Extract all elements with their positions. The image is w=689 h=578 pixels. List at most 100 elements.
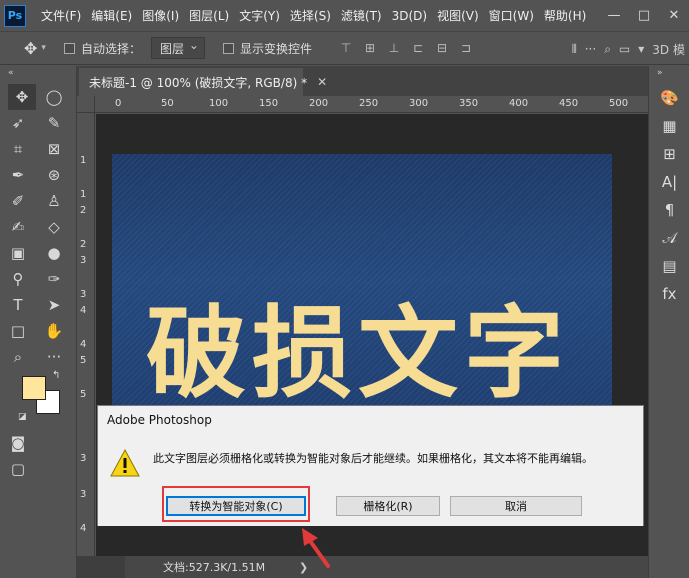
adjustments-panel-icon[interactable]: ⊞ xyxy=(649,140,689,168)
close-window-button[interactable]: ✕ xyxy=(659,8,689,23)
dialog-title: Adobe Photoshop xyxy=(107,413,212,427)
blur-tool-button[interactable]: ● xyxy=(36,240,72,266)
healing-tool-button[interactable]: ⊛ xyxy=(36,162,72,188)
show-transform-checkbox[interactable] xyxy=(222,42,234,54)
screen-mode-icon[interactable]: ▢ xyxy=(0,456,36,482)
extra-tools-button[interactable]: ··· xyxy=(36,344,72,370)
ruler-v-label: 4 xyxy=(80,305,87,316)
show-transform-label: 显示变换控件 xyxy=(239,41,312,56)
hand-tool-button[interactable]: ✋ xyxy=(36,318,72,344)
frame-tool-button[interactable]: ⊠ xyxy=(36,136,72,162)
ruler-v-label: 2 xyxy=(80,205,87,216)
canvas-text-layer[interactable]: 破损文字 xyxy=(146,272,570,417)
ruler-h-label: 400 xyxy=(509,98,529,109)
rectangle-tool-button[interactable]: □ xyxy=(0,318,36,344)
align-vcenter-icon[interactable]: ⊞ xyxy=(358,41,382,55)
menu-window[interactable]: 窗口(W) xyxy=(484,7,539,24)
lasso-tool-button[interactable]: ➶ xyxy=(0,110,36,136)
status-bar: 文档:527.3K/1.51M ❯ xyxy=(77,556,648,578)
type-tool-button[interactable]: T xyxy=(0,292,36,318)
align-right-icon[interactable]: ⊐ xyxy=(454,41,478,55)
document-tab-title: 未标题-1 @ 100% (破损文字, RGB/8) * xyxy=(89,75,308,90)
distribute-icon[interactable]: ⫴ xyxy=(572,42,577,57)
gradient-tool-button[interactable]: ▣ xyxy=(0,240,36,266)
quick-select-tool-button[interactable]: ✎ xyxy=(36,110,72,136)
horizontal-ruler[interactable]: 0 50 100 150 200 250 300 350 400 450 500 xyxy=(95,96,648,113)
right-panel-dock: » 🎨 ▦ ⊞ A| ¶ 𝒜 ▤ fx xyxy=(648,66,689,578)
character-panel-icon[interactable]: A| xyxy=(649,168,689,196)
ruler-v-label: 3 xyxy=(80,453,87,464)
menu-select[interactable]: 选择(S) xyxy=(285,7,336,24)
vertical-ruler[interactable]: 1 1 2 2 3 3 4 4 5 5 3 3 4 xyxy=(77,113,95,560)
zoom-field[interactable] xyxy=(77,556,125,578)
ruler-h-label: 500 xyxy=(609,98,629,109)
cancel-button[interactable]: 取消 xyxy=(450,496,582,516)
swatches-panel-icon[interactable]: ▦ xyxy=(649,112,689,140)
auto-select-label: 自动选择： xyxy=(80,41,141,56)
swap-colors-icon[interactable]: ↰ xyxy=(52,370,60,381)
color-panel-icon[interactable]: 🎨 xyxy=(649,84,689,112)
ruler-v-label: 1 xyxy=(80,155,87,166)
eyedropper-tool-button[interactable]: ✒ xyxy=(0,162,36,188)
stamp-tool-button[interactable]: ♙ xyxy=(36,188,72,214)
mode-3d-label[interactable]: 3D 模 xyxy=(652,41,685,58)
path-select-tool-button[interactable]: ➤ xyxy=(36,292,72,318)
options-right: ⫴ ··· ⌕ ▭ ▾ 3D 模 xyxy=(572,32,689,66)
menu-edit[interactable]: 编辑(E) xyxy=(86,7,137,24)
expand-panels-icon[interactable]: » xyxy=(649,66,689,84)
ruler-v-label: 5 xyxy=(80,355,87,366)
align-top-icon[interactable]: ⊤ xyxy=(334,41,358,55)
align-left-icon[interactable]: ⊏ xyxy=(406,41,430,55)
workspace-caret-icon[interactable]: ▾ xyxy=(638,42,644,56)
ruler-v-label: 4 xyxy=(80,523,87,534)
window-controls: — □ ✕ xyxy=(599,0,689,31)
close-tab-icon[interactable]: ✕ xyxy=(317,75,327,89)
zoom-tool-button[interactable]: ⌕ xyxy=(0,344,36,370)
menu-filter[interactable]: 滤镜(T) xyxy=(336,7,387,24)
marquee-tool-button[interactable]: ◯ xyxy=(36,84,72,110)
menu-layer[interactable]: 图层(L) xyxy=(184,7,234,24)
document-size-status: 文档:527.3K/1.51M xyxy=(163,561,266,574)
move-tool-button[interactable]: ✥ xyxy=(8,84,36,110)
pen-tool-button[interactable]: ✑ xyxy=(36,266,72,292)
paragraph-panel-icon[interactable]: ¶ xyxy=(649,196,689,224)
layer-group-select[interactable]: 图层 xyxy=(150,37,205,59)
workspace-icon[interactable]: ▭ xyxy=(619,42,630,56)
history-brush-tool-button[interactable]: ✍ xyxy=(0,214,36,240)
menu-bar: Ps 文件(F) 编辑(E) 图像(I) 图层(L) 文字(Y) 选择(S) 滤… xyxy=(0,0,689,31)
eraser-tool-button[interactable]: ◇ xyxy=(36,214,72,240)
maximize-button[interactable]: □ xyxy=(629,8,659,23)
more-icon[interactable]: ··· xyxy=(585,42,596,56)
foreground-color-swatch[interactable] xyxy=(22,376,46,400)
crop-tool-button[interactable]: ⌗ xyxy=(0,136,36,162)
ruler-v-label: 4 xyxy=(80,339,87,350)
collapse-panel-icon[interactable]: « xyxy=(0,66,76,84)
move-tool-icon[interactable]: ✥ xyxy=(24,39,37,58)
document-tab-bar: 未标题-1 @ 100% (破损文字, RGB/8) * ✕ xyxy=(77,66,648,96)
menu-type[interactable]: 文字(Y) xyxy=(234,7,285,24)
menu-help[interactable]: 帮助(H) xyxy=(539,7,591,24)
brush-tool-button[interactable]: ✐ xyxy=(0,188,36,214)
align-hcenter-icon[interactable]: ⊟ xyxy=(430,41,454,55)
rasterize-button[interactable]: 栅格化(R) xyxy=(336,496,440,516)
minimize-button[interactable]: — xyxy=(599,8,629,23)
menu-3d[interactable]: 3D(D) xyxy=(387,9,432,23)
auto-select-checkbox[interactable] xyxy=(63,42,75,54)
search-icon[interactable]: ⌕ xyxy=(604,42,611,57)
menu-image[interactable]: 图像(I) xyxy=(137,7,184,24)
tool-preset-caret-icon[interactable]: ▾ xyxy=(41,43,46,53)
highlight-box xyxy=(162,486,310,522)
ruler-origin[interactable] xyxy=(77,96,95,113)
quick-mask-icon[interactable]: ◙ xyxy=(0,430,36,456)
default-colors-icon[interactable]: ◪ xyxy=(18,412,27,422)
dodge-tool-button[interactable]: ⚲ xyxy=(0,266,36,292)
notes-panel-icon[interactable]: ▤ xyxy=(649,252,689,280)
photoshop-logo-icon: Ps xyxy=(4,4,26,27)
document-tab[interactable]: 未标题-1 @ 100% (破损文字, RGB/8) * ✕ xyxy=(79,68,327,96)
effects-panel-icon[interactable]: fx xyxy=(649,280,689,308)
ruler-h-label: 200 xyxy=(309,98,329,109)
menu-view[interactable]: 视图(V) xyxy=(432,7,484,24)
align-bottom-icon[interactable]: ⊥ xyxy=(382,41,406,55)
glyphs-panel-icon[interactable]: 𝒜 xyxy=(649,224,689,252)
menu-file[interactable]: 文件(F) xyxy=(36,7,86,24)
